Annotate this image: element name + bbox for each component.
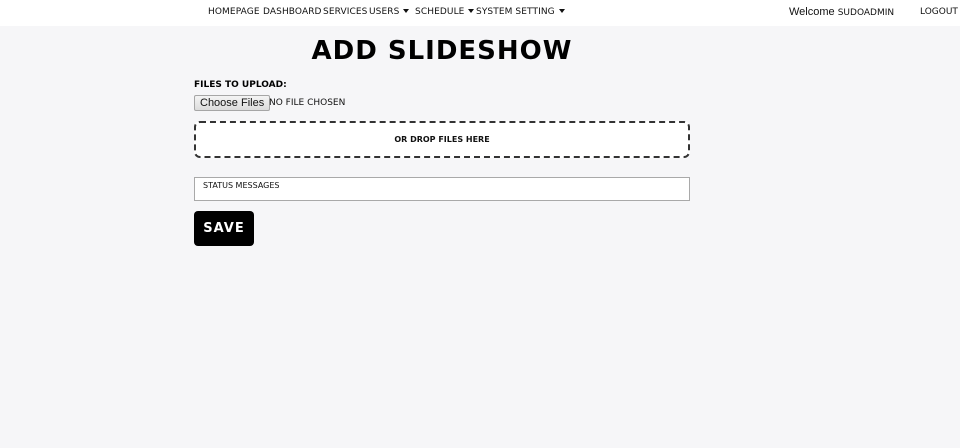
nav-users-label: USERS [369, 7, 400, 17]
caret-down-icon [468, 9, 475, 13]
nav-users[interactable]: USERS [369, 7, 410, 17]
username: SUDOADMIN [837, 8, 895, 18]
nav-system-setting[interactable]: SYSTEM SETTING [476, 7, 565, 17]
caret-down-icon [403, 9, 410, 13]
files-to-upload-label: FILES TO UPLOAD: [194, 80, 287, 90]
nav-services[interactable]: SERVICES [323, 7, 367, 17]
page-title: ADD SLIDESHOW [311, 36, 573, 66]
drop-zone-label: OR DROP FILES HERE [394, 135, 490, 144]
status-messages-label: STATUS MESSAGES [203, 181, 280, 190]
save-button[interactable]: SAVE [194, 211, 254, 246]
nav-schedule[interactable]: SCHEDULE [415, 7, 475, 17]
file-drop-zone[interactable]: OR DROP FILES HERE [194, 121, 690, 158]
choose-files-button[interactable]: Choose Files [194, 95, 271, 111]
no-file-chosen-text: NO FILE CHOSEN [269, 98, 346, 108]
caret-down-icon [558, 9, 565, 13]
nav-schedule-label: SCHEDULE [415, 7, 465, 17]
welcome-message: Welcome SUDOADMIN [789, 6, 894, 18]
nav-homepage[interactable]: HOMEPAGE [208, 7, 260, 17]
nav-system-setting-label: SYSTEM SETTING [476, 7, 555, 17]
status-messages-box: STATUS MESSAGES [194, 177, 690, 201]
welcome-prefix: Welcome [789, 6, 835, 18]
logout-link[interactable]: LOGOUT [920, 7, 958, 17]
top-navbar: HOMEPAGE DASHBOARD SERVICES USERS SCHEDU… [0, 0, 960, 26]
nav-dashboard[interactable]: DASHBOARD [263, 7, 322, 17]
